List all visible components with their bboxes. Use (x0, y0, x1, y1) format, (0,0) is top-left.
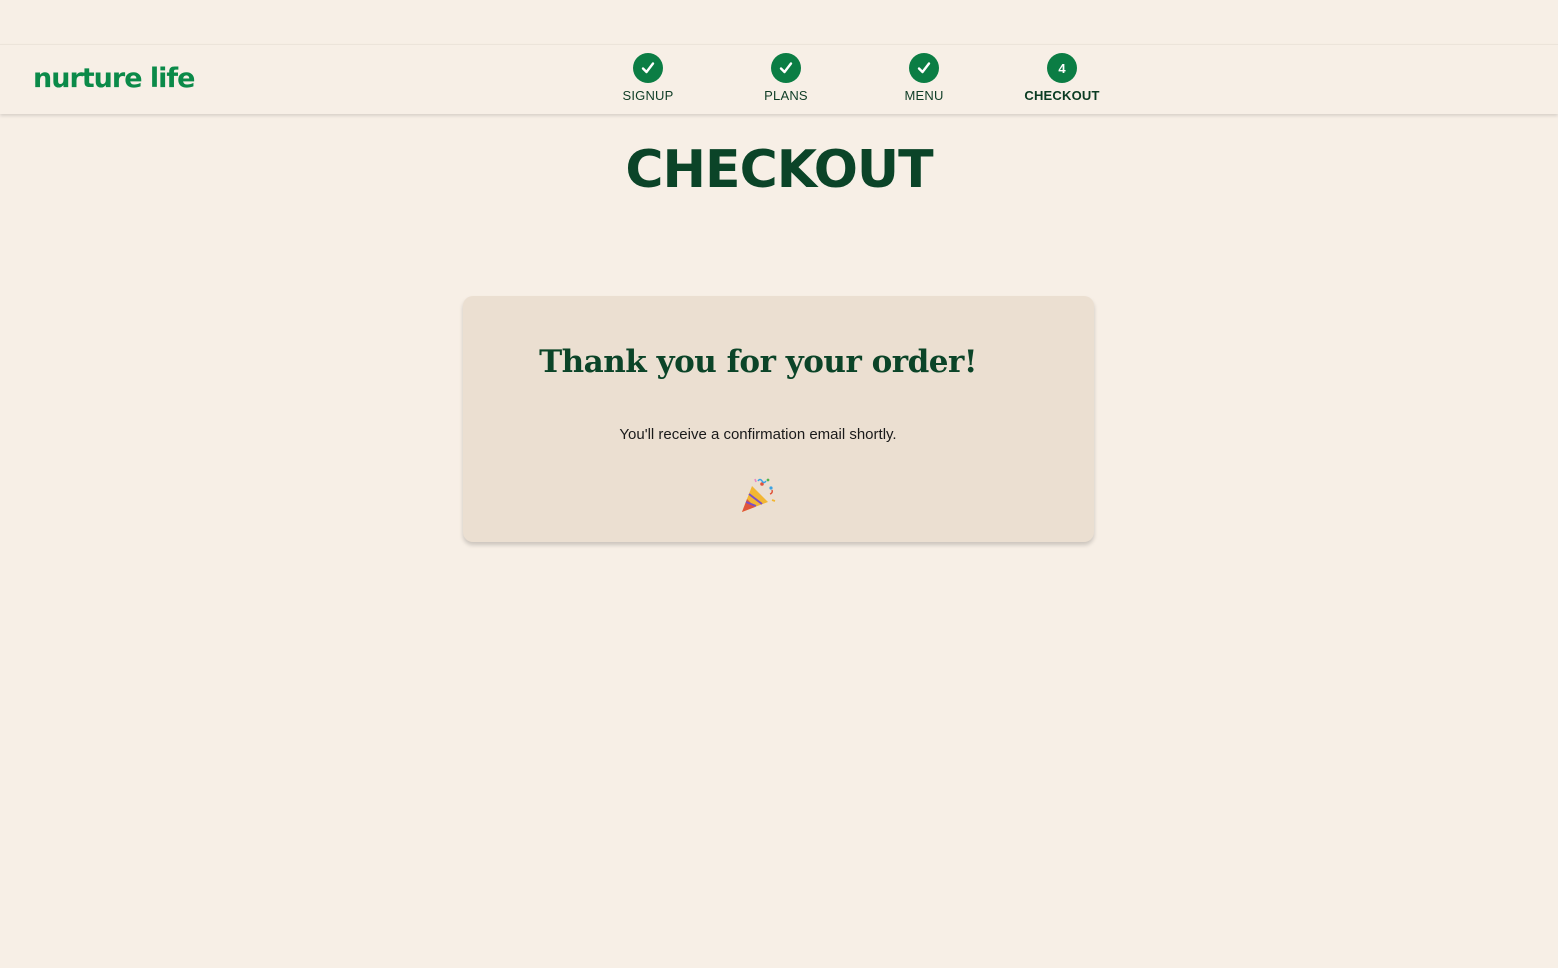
step-menu[interactable]: MENU (864, 53, 984, 103)
step-signup[interactable]: SIGNUP (588, 53, 708, 103)
step-label: MENU (904, 88, 944, 103)
step-number-badge: 4 (1047, 53, 1077, 83)
checkmark-icon (771, 53, 801, 83)
step-label: PLANS (764, 88, 808, 103)
step-label: SIGNUP (622, 88, 674, 103)
confirmation-heading: Thank you for your order! (539, 344, 977, 380)
step-plans[interactable]: PLANS (726, 53, 846, 103)
checkmark-icon (633, 53, 663, 83)
step-label: CHECKOUT (1024, 88, 1100, 103)
party-popper-icon (738, 476, 778, 516)
checkout-progress-steps: SIGNUP PLANS MENU 4 CHECKOUT (0, 45, 1558, 114)
checkmark-icon (909, 53, 939, 83)
order-confirmation-card: Thank you for your order! You'll receive… (463, 296, 1094, 542)
step-checkout: 4 CHECKOUT (1002, 53, 1122, 103)
page-title: CHECKOUT (625, 140, 933, 200)
confirmation-message: You'll receive a confirmation email shor… (619, 426, 897, 443)
top-header: nurture life SIGNUP PLANS MENU 4 CHECKOU… (0, 44, 1558, 114)
